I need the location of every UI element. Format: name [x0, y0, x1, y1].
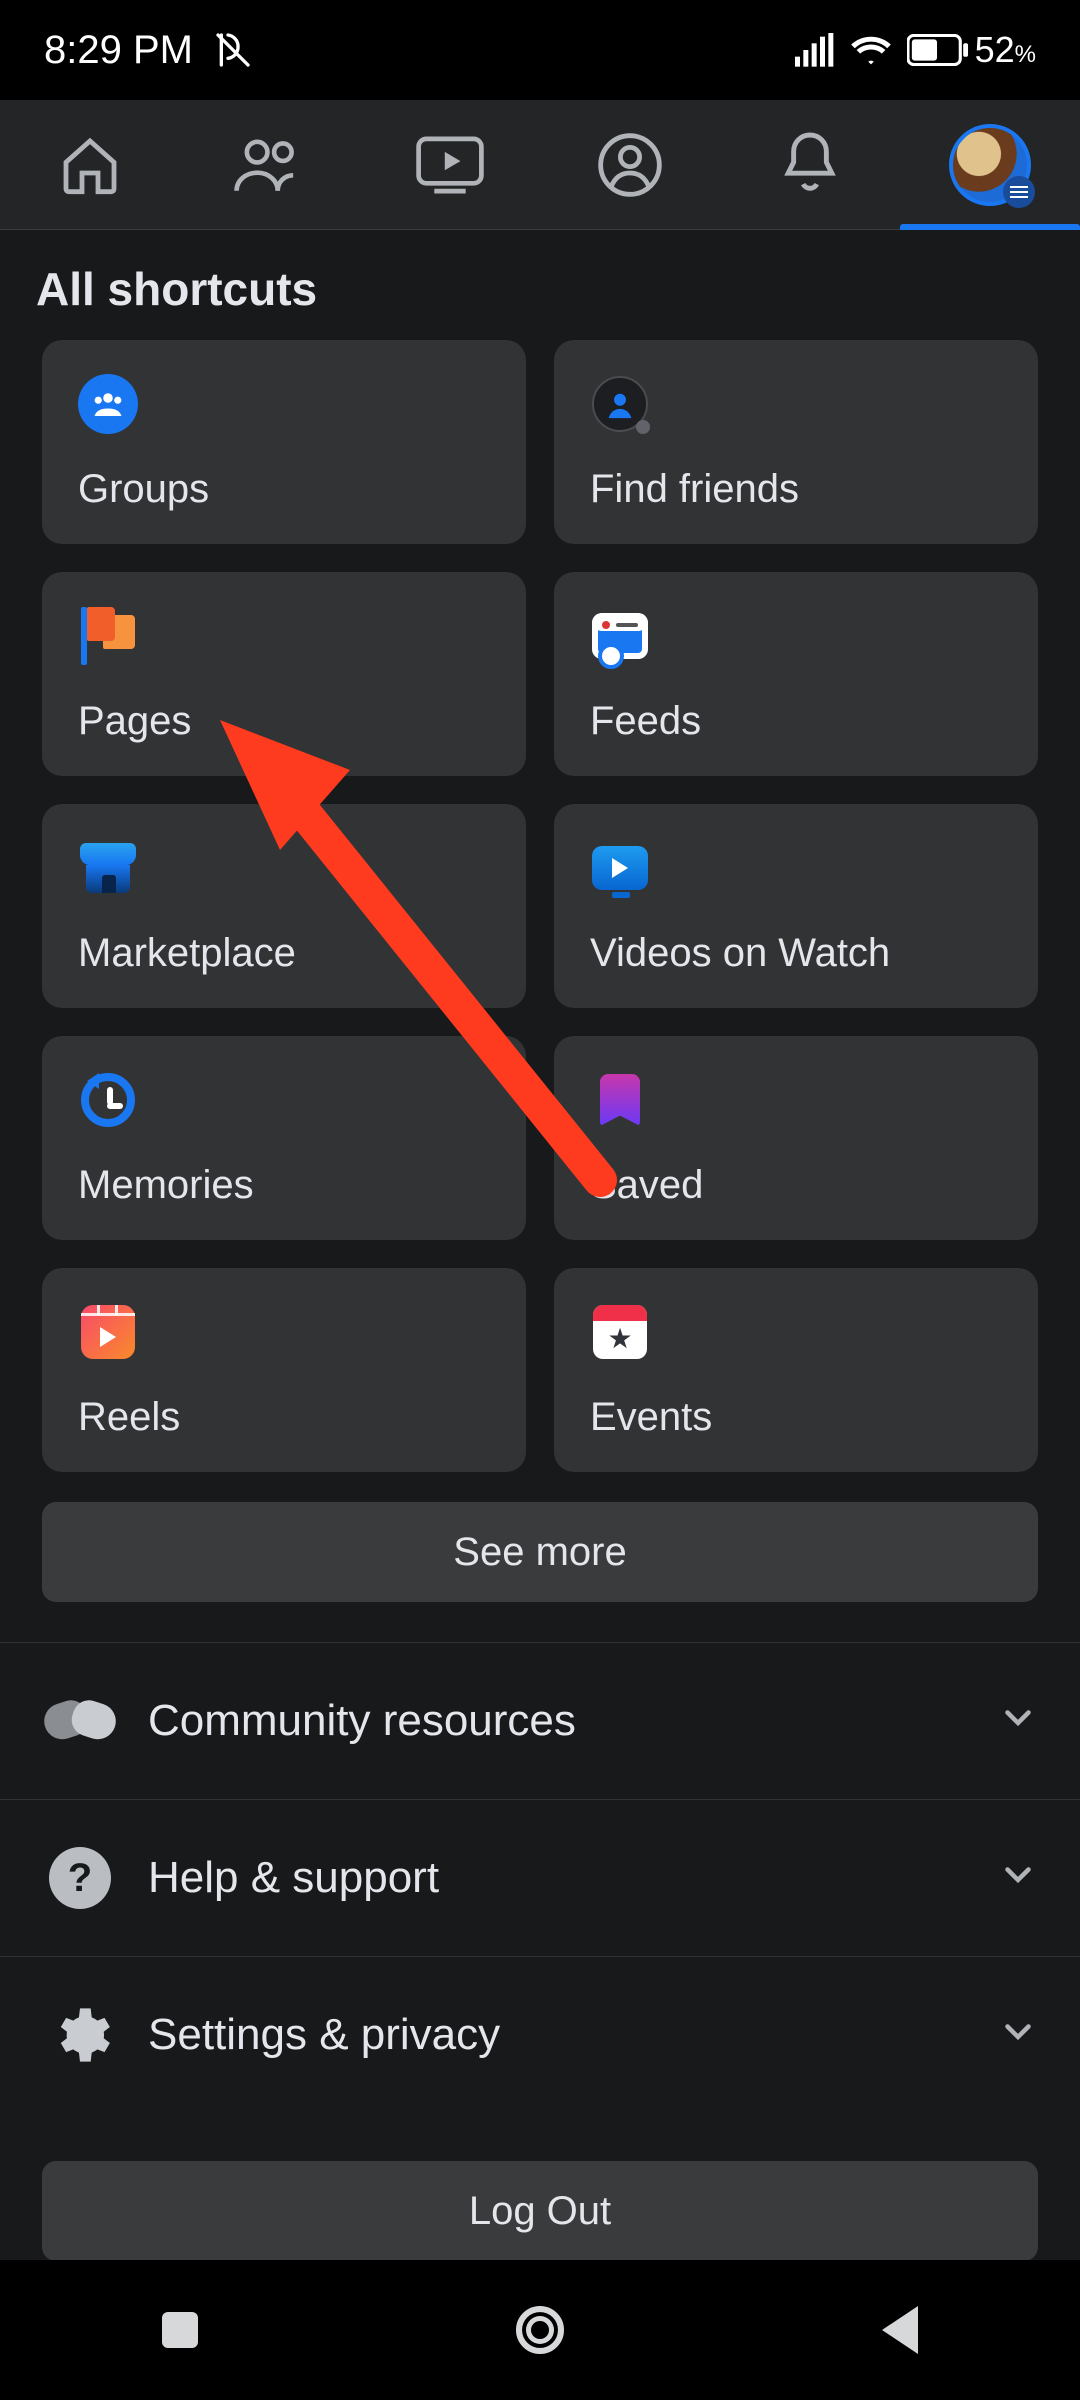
logout-button[interactable]: Log Out [42, 2161, 1038, 2261]
tile-saved[interactable]: Saved [554, 1036, 1038, 1240]
row-label: Help & support [148, 1853, 968, 1903]
see-more-button[interactable]: See more [42, 1502, 1038, 1602]
chevron-down-icon [1000, 2010, 1036, 2060]
tile-reels[interactable]: Reels [42, 1268, 526, 1472]
tile-label: Feeds [590, 699, 1002, 744]
section-title: All shortcuts [0, 230, 1080, 340]
row-community[interactable]: Community resources [0, 1643, 1080, 1800]
find-friends-icon [592, 376, 648, 432]
row-label: Settings & privacy [148, 2010, 968, 2060]
saved-icon [600, 1074, 640, 1126]
nav-watch[interactable] [405, 120, 495, 210]
tile-memories[interactable]: Memories [42, 1036, 526, 1240]
feeds-icon [592, 613, 648, 659]
pages-icon [81, 611, 135, 661]
mute-icon [211, 28, 255, 72]
sys-home-button[interactable] [480, 2270, 600, 2390]
tile-label: Pages [78, 699, 490, 744]
nav-profile[interactable] [585, 120, 675, 210]
tile-label: Memories [78, 1163, 490, 1208]
nav-home[interactable] [45, 120, 135, 210]
hamburger-badge-icon [1003, 176, 1035, 208]
shortcut-grid: Groups Find friends Pages Feeds Marketpl… [0, 340, 1080, 1472]
tile-groups[interactable]: Groups [42, 340, 526, 544]
nav-active-underline [900, 224, 1080, 230]
marketplace-icon [80, 843, 136, 893]
tile-label: Videos on Watch [590, 931, 1002, 976]
battery-percent: 52 [975, 29, 1015, 70]
top-nav [0, 100, 1080, 230]
tile-videos[interactable]: Videos on Watch [554, 804, 1038, 1008]
chevron-down-icon [1000, 1853, 1036, 1903]
signal-icon [795, 33, 835, 67]
reels-icon [81, 1305, 135, 1359]
tile-pages[interactable]: Pages [42, 572, 526, 776]
expandable-rows: Community resources ? Help & support Set… [0, 1642, 1080, 2113]
sys-recents-button[interactable] [120, 2270, 240, 2390]
groups-icon [78, 374, 138, 434]
tile-label: Saved [590, 1163, 1002, 1208]
nav-friends[interactable] [225, 120, 315, 210]
row-help[interactable]: ? Help & support [0, 1800, 1080, 1957]
memories-icon [81, 1073, 135, 1127]
tile-label: Marketplace [78, 931, 490, 976]
avatar-icon [949, 124, 1031, 206]
tile-label: Events [590, 1395, 1002, 1440]
sys-back-button[interactable] [840, 2270, 960, 2390]
tile-label: Groups [78, 467, 490, 512]
events-icon: ★ [593, 1305, 647, 1359]
tile-marketplace[interactable]: Marketplace [42, 804, 526, 1008]
status-bar: 8:29 PM 52% [0, 0, 1080, 100]
tile-find-friends[interactable]: Find friends [554, 340, 1038, 544]
status-clock: 8:29 PM [44, 28, 193, 73]
chevron-down-icon [1000, 1696, 1036, 1746]
row-label: Community resources [148, 1696, 968, 1746]
wifi-icon [849, 32, 893, 68]
handshake-icon [44, 1685, 116, 1757]
tile-label: Find friends [590, 467, 1002, 512]
row-settings[interactable]: Settings & privacy [0, 1957, 1080, 2113]
tile-events[interactable]: ★ Events [554, 1268, 1038, 1472]
battery-icon: 52% [907, 29, 1036, 71]
videos-icon [592, 846, 648, 890]
gear-icon [44, 1999, 116, 2071]
nav-notifications[interactable] [765, 120, 855, 210]
tile-label: Reels [78, 1395, 490, 1440]
battery-suffix: % [1015, 41, 1036, 68]
nav-menu[interactable] [945, 120, 1035, 210]
system-nav-bar [0, 2260, 1080, 2400]
tile-feeds[interactable]: Feeds [554, 572, 1038, 776]
help-icon: ? [44, 1842, 116, 1914]
